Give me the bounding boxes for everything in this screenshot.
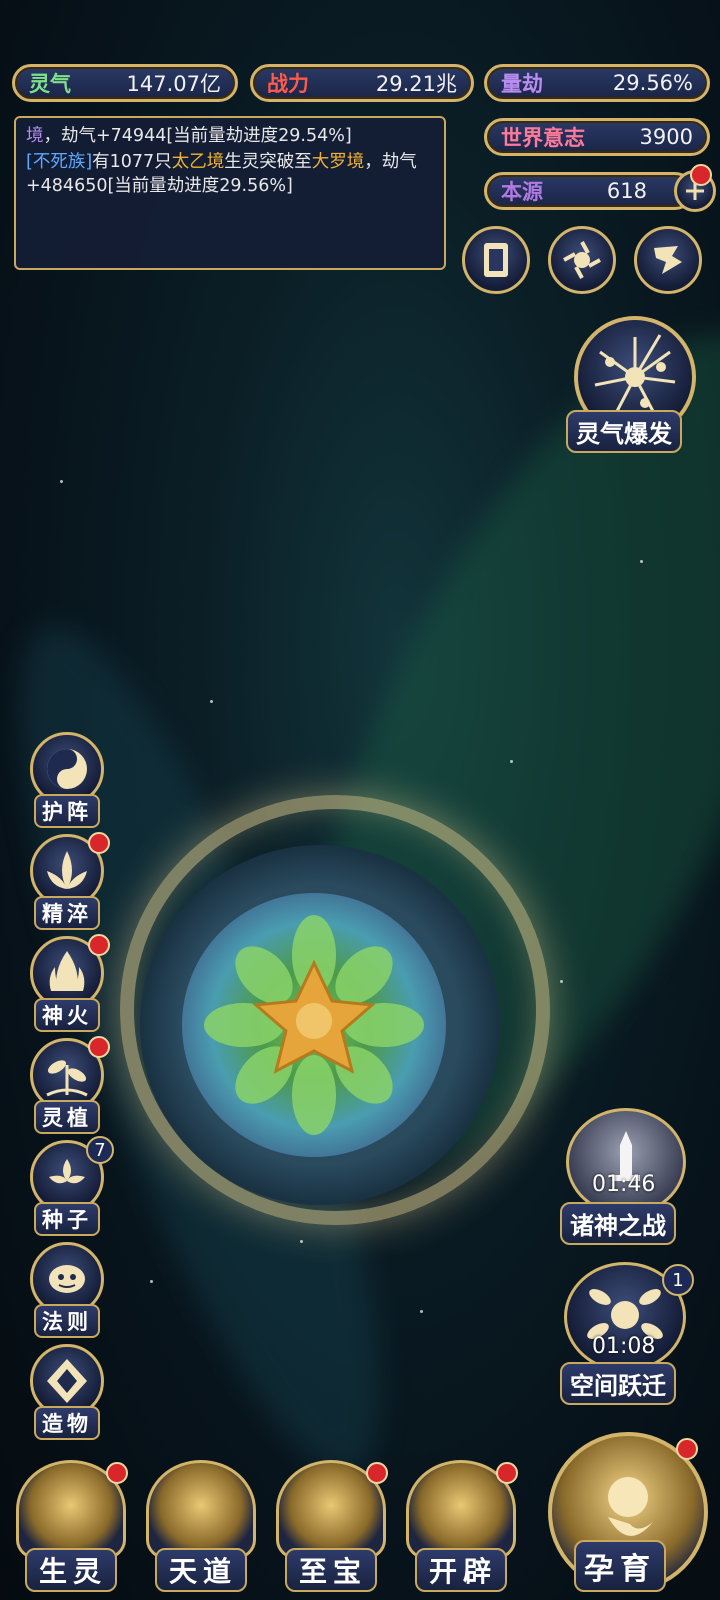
star — [510, 760, 513, 763]
side-menu-label: 灵植 — [34, 1100, 100, 1134]
lingqi-label: 灵气 — [29, 71, 71, 96]
side-menu-label: 造物 — [34, 1406, 100, 1440]
space-jump-badge: 1 — [662, 1264, 694, 1296]
side-menu-item[interactable]: 护阵 — [26, 732, 108, 828]
side-menu-item[interactable]: 造物 — [26, 1344, 108, 1440]
gods-war-button[interactable] — [566, 1108, 686, 1216]
notification-dot — [88, 1036, 110, 1058]
benyuan-value: 618 — [606, 179, 647, 203]
side-menu-item[interactable]: 灵植 — [26, 1036, 110, 1134]
burst-label[interactable]: 灵气爆发 — [566, 410, 682, 453]
star — [640, 560, 643, 563]
liangjie-stat[interactable]: 量劫 29.56% — [484, 64, 710, 102]
star — [210, 700, 213, 703]
side-menu-item[interactable]: 精淬 — [26, 832, 110, 930]
event-log: 境，劫气+74944[当前量劫进度29.54%] [不死族]有1077只太乙境生… — [14, 116, 446, 270]
swirl-icon — [563, 241, 601, 279]
bottom-nav-label: 开辟 — [414, 1548, 508, 1592]
log-realm: 大罗境 — [311, 152, 365, 172]
card-icon — [484, 243, 508, 277]
incubate-notification-dot — [676, 1438, 698, 1460]
log-line: [不死族]有1077只太乙境生灵突破至大罗境，劫气+484650[当前量劫进度2… — [26, 150, 434, 198]
bottom-nav-label: 天道 — [154, 1548, 248, 1592]
bottom-nav-label: 至宝 — [284, 1548, 378, 1592]
rune-icon — [49, 1265, 85, 1293]
log-race: 不死族 — [32, 152, 86, 172]
planet[interactable] — [182, 893, 446, 1157]
side-menu-label: 种子 — [34, 1202, 100, 1236]
bottom-nav-item[interactable]: 天道 — [140, 1460, 262, 1592]
card-button[interactable] — [462, 226, 530, 294]
star — [60, 480, 63, 483]
crystal-icon — [47, 1359, 87, 1403]
notification-dot — [88, 832, 110, 854]
zhanli-stat: 战力 29.21兆 — [250, 64, 474, 102]
liangjie-value: 29.56% — [612, 71, 693, 95]
log-text: 有1077只 — [92, 152, 172, 172]
benyuan-stat[interactable]: 本源 618 — [484, 172, 694, 210]
benyuan-notification-dot — [690, 164, 712, 186]
flag-icon — [654, 246, 682, 274]
side-menu-label: 精淬 — [34, 896, 100, 930]
lingqi-value: 147.07亿 — [126, 72, 221, 96]
side-menu-label: 神火 — [34, 998, 100, 1032]
swirl-button[interactable] — [548, 226, 616, 294]
nav-emblem-icon — [146, 1460, 256, 1560]
star — [420, 1310, 423, 1313]
log-realm: 境 — [26, 126, 44, 146]
zhanli-value: 29.21兆 — [375, 72, 457, 96]
lingqi-stat: 灵气 147.07亿 — [12, 64, 238, 102]
world-will-value: 3900 — [639, 125, 693, 149]
log-text: ，劫气+74944[当前量劫进度29.54%] — [43, 126, 352, 146]
log-text: 生灵突破至 — [224, 152, 312, 172]
side-menu-item[interactable]: 法则 — [26, 1242, 108, 1338]
notification-dot — [88, 934, 110, 956]
notification-dot — [106, 1462, 128, 1484]
lotus-icon — [47, 851, 87, 889]
benyuan-label: 本源 — [501, 179, 543, 204]
side-menu-label: 法则 — [34, 1304, 100, 1338]
space-jump-label[interactable]: 空间跃迁 — [560, 1362, 676, 1405]
zhanli-label: 战力 — [267, 71, 309, 96]
bottom-nav-item[interactable]: 至宝 — [270, 1460, 392, 1592]
log-line: 境，劫气+74944[当前量劫进度29.54%] — [26, 124, 434, 148]
side-menu-item[interactable]: 种子 7 — [26, 1136, 114, 1236]
incubate-label[interactable]: 孕育 — [574, 1540, 666, 1592]
notification-dot — [496, 1462, 518, 1484]
star — [560, 980, 563, 983]
yin-yang-icon — [47, 749, 87, 789]
side-menu-label: 护阵 — [34, 794, 100, 828]
bottom-nav-item[interactable]: 开辟 — [400, 1460, 522, 1592]
bottom-nav-label: 生灵 — [24, 1548, 118, 1592]
count-badge: 7 — [86, 1136, 114, 1164]
side-menu-item[interactable]: 神火 — [26, 934, 110, 1032]
space-jump-timer: 01:08 — [592, 1334, 656, 1359]
liangjie-label: 量劫 — [501, 71, 543, 96]
bottom-nav-item[interactable]: 生灵 — [10, 1460, 132, 1592]
world-will-label: 世界意志 — [501, 125, 585, 150]
gods-war-label[interactable]: 诸神之战 — [560, 1202, 676, 1245]
log-realm: 太乙境 — [171, 152, 225, 172]
flag-button[interactable] — [634, 226, 702, 294]
lotus-emblem — [204, 915, 424, 1135]
plant-icon — [46, 1060, 88, 1097]
star — [150, 1280, 153, 1283]
world-will-stat[interactable]: 世界意志 3900 — [484, 118, 710, 156]
star — [300, 1240, 303, 1243]
notification-dot — [366, 1462, 388, 1484]
log-bracket: [ — [26, 152, 33, 172]
gods-war-timer: 01:46 — [592, 1172, 656, 1197]
flame-icon — [49, 951, 85, 991]
